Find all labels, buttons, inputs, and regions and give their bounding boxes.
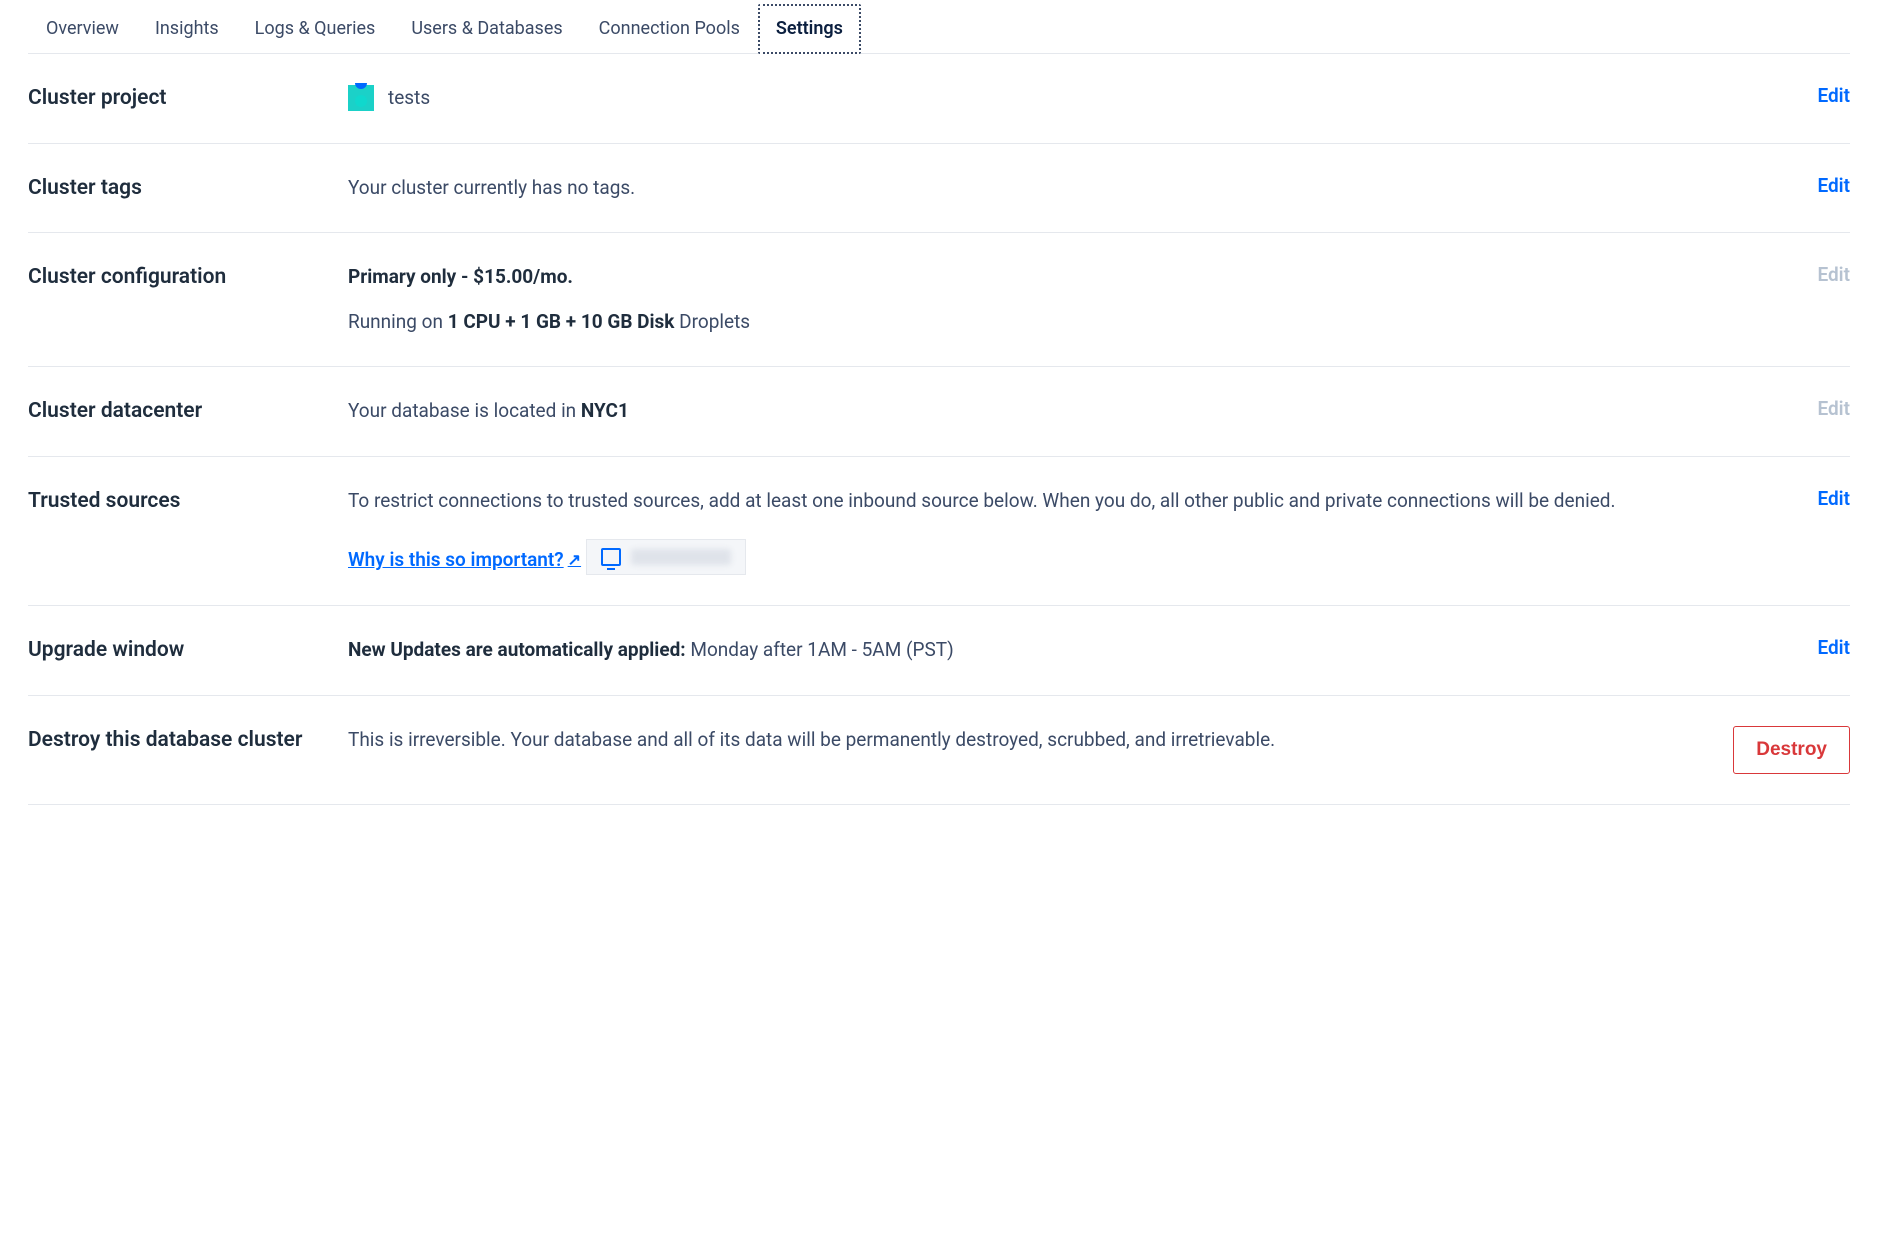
destroy-button[interactable]: Destroy xyxy=(1733,726,1850,774)
why-important-link[interactable]: Why is this so important? ↗ xyxy=(348,546,581,575)
trusted-description: To restrict connections to trusted sourc… xyxy=(348,487,1797,516)
tab-users-databases[interactable]: Users & Databases xyxy=(393,4,580,53)
configuration-spec: 1 CPU + 1 GB + 10 GB Disk xyxy=(448,310,675,333)
row-cluster-project: Cluster project tests Edit xyxy=(28,54,1850,144)
project-name: tests xyxy=(388,84,430,113)
tab-logs-queries[interactable]: Logs & Queries xyxy=(237,4,394,53)
row-trusted-sources: Trusted sources To restrict connections … xyxy=(28,457,1850,607)
external-link-icon: ↗ xyxy=(568,548,581,572)
configuration-plan: Primary only - $15.00/mo. xyxy=(348,265,573,288)
edit-trusted-sources[interactable]: Edit xyxy=(1817,487,1850,510)
row-cluster-tags: Cluster tags Your cluster currently has … xyxy=(28,144,1850,234)
monitor-icon xyxy=(601,548,621,566)
configuration-running-prefix: Running on xyxy=(348,310,448,333)
label-destroy-cluster: Destroy this database cluster xyxy=(28,726,348,752)
edit-cluster-configuration: Edit xyxy=(1817,263,1850,286)
row-upgrade-window: Upgrade window New Updates are automatic… xyxy=(28,606,1850,696)
datacenter-location: NYC1 xyxy=(581,399,629,422)
tab-settings[interactable]: Settings xyxy=(758,4,861,54)
upgrade-bold: New Updates are automatically applied: xyxy=(348,638,686,661)
configuration-running-suffix: Droplets xyxy=(674,310,750,333)
edit-cluster-project[interactable]: Edit xyxy=(1817,84,1850,107)
edit-cluster-tags[interactable]: Edit xyxy=(1817,174,1850,197)
trusted-source-chip[interactable] xyxy=(586,539,746,575)
edit-cluster-datacenter: Edit xyxy=(1817,397,1850,420)
content-cluster-datacenter: Your database is located in NYC1 xyxy=(348,397,1797,426)
content-cluster-project: tests xyxy=(348,84,1797,113)
edit-upgrade-window[interactable]: Edit xyxy=(1817,636,1850,659)
tab-overview[interactable]: Overview xyxy=(28,4,137,53)
label-trusted-sources: Trusted sources xyxy=(28,487,348,513)
label-upgrade-window: Upgrade window xyxy=(28,636,348,662)
row-destroy-cluster: Destroy this database cluster This is ir… xyxy=(28,696,1850,805)
tabs-nav: Overview Insights Logs & Queries Users &… xyxy=(28,4,1850,54)
row-cluster-configuration: Cluster configuration Primary only - $15… xyxy=(28,233,1850,367)
row-cluster-datacenter: Cluster datacenter Your database is loca… xyxy=(28,367,1850,457)
tab-connection-pools[interactable]: Connection Pools xyxy=(581,4,758,53)
project-icon xyxy=(348,85,374,111)
label-cluster-configuration: Cluster configuration xyxy=(28,263,348,289)
content-destroy-cluster: This is irreversible. Your database and … xyxy=(348,726,1713,755)
label-cluster-datacenter: Cluster datacenter xyxy=(28,397,348,423)
tab-insights[interactable]: Insights xyxy=(137,4,237,53)
label-cluster-project: Cluster project xyxy=(28,84,348,110)
trusted-source-value xyxy=(631,549,731,565)
upgrade-value: Monday after 1AM - 5AM (PST) xyxy=(686,638,954,661)
content-trusted-sources: To restrict connections to trusted sourc… xyxy=(348,487,1797,576)
why-important-text: Why is this so important? xyxy=(348,546,564,575)
content-cluster-tags: Your cluster currently has no tags. xyxy=(348,174,1797,203)
content-upgrade-window: New Updates are automatically applied: M… xyxy=(348,636,1797,665)
label-cluster-tags: Cluster tags xyxy=(28,174,348,200)
content-cluster-configuration: Primary only - $15.00/mo. Running on 1 C… xyxy=(348,263,1797,336)
datacenter-prefix: Your database is located in xyxy=(348,399,581,422)
